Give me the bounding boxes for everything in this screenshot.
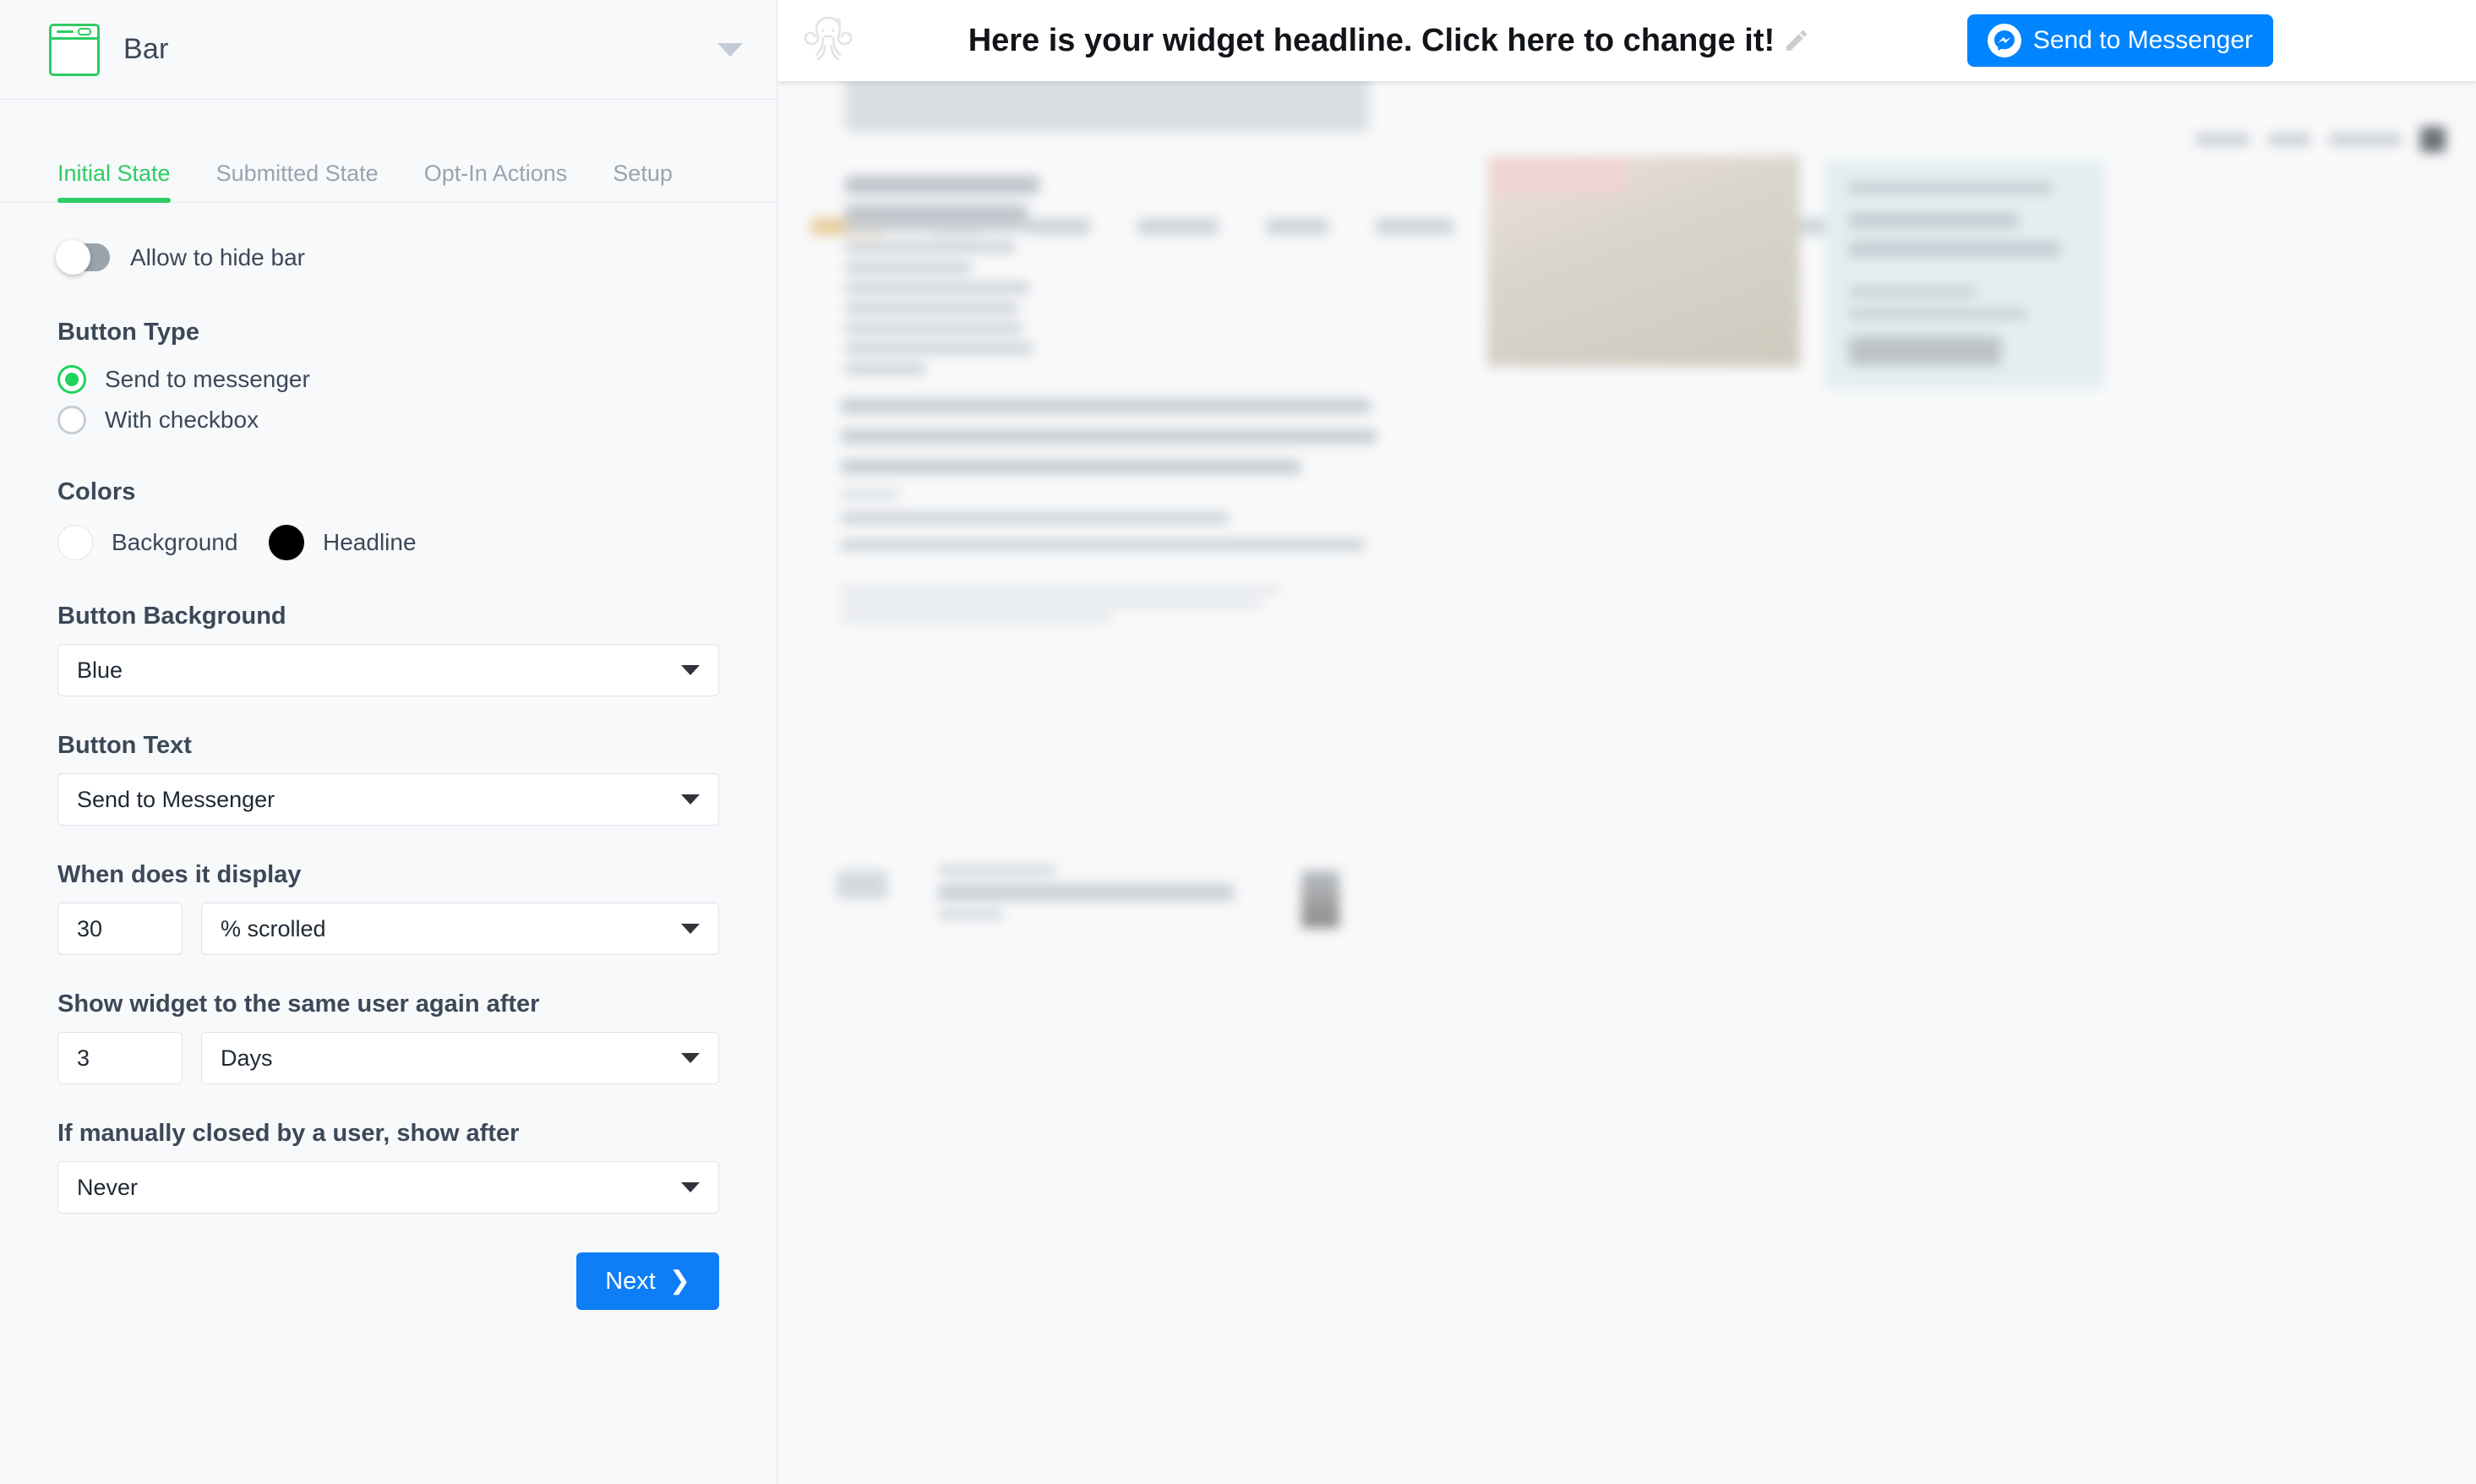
button-text-group: Button Text Send to Messenger: [57, 732, 719, 826]
messenger-bolt-icon: [1987, 24, 2021, 57]
hero-image-band: [1492, 159, 1627, 193]
widget-headline-text: Here is your widget headline. Click here…: [968, 22, 1775, 58]
closed-show-after-value: Never: [77, 1174, 139, 1200]
article-body-2: [841, 512, 1365, 566]
swatch-headline[interactable]: [269, 525, 304, 560]
button-background-value: Blue: [77, 657, 123, 683]
chevron-down-icon[interactable]: [717, 42, 743, 57]
button-text-value: Send to Messenger: [77, 786, 275, 812]
closed-show-after-group: If manually closed by a user, show after…: [57, 1120, 719, 1214]
article-body: [841, 399, 1382, 490]
widget-editor-panel: Bar Initial State Submitted State Opt-In…: [0, 0, 777, 1484]
widget-headline[interactable]: Here is your widget headline. Click here…: [777, 23, 1967, 59]
when-display-unit-value: % scrolled: [221, 915, 326, 941]
radio-icon-selected[interactable]: [57, 365, 86, 394]
show-again-group: Show widget to the same user again after…: [57, 990, 719, 1084]
button-background-select[interactable]: Blue: [57, 644, 719, 696]
pencil-icon[interactable]: [1783, 27, 1810, 54]
color-swatch-row: Background Headline: [57, 525, 719, 560]
widget-type-selector[interactable]: Bar: [0, 0, 777, 100]
tab-setup[interactable]: Setup: [613, 161, 673, 202]
allow-hide-bar-row: Allow to hide bar: [56, 240, 719, 275]
colors-title: Colors: [57, 478, 136, 505]
tab-opt-in-actions[interactable]: Opt-In Actions: [424, 161, 568, 202]
button-background-label: Button Background: [57, 603, 286, 630]
closed-show-after-label: If manually closed by a user, show after: [57, 1120, 520, 1147]
editor-form: Allow to hide bar Button Type Send to me…: [0, 203, 777, 1310]
send-to-messenger-label: Send to Messenger: [2032, 26, 2253, 54]
colors-group: Colors Background Headline: [57, 478, 719, 560]
article-caption: [841, 587, 1280, 630]
send-to-messenger-button[interactable]: Send to Messenger: [1966, 14, 2273, 67]
sidebar-promo-card: [1825, 161, 2104, 389]
button-type-group: Button Type Send to messenger With check…: [57, 319, 719, 434]
chevron-down-icon: [681, 924, 700, 934]
chevron-down-icon: [681, 665, 700, 675]
footer-article: [938, 866, 1234, 929]
radio-with-checkbox-label: With checkbox: [105, 406, 259, 433]
button-text-label: Button Text: [57, 732, 192, 759]
tab-submitted-state[interactable]: Submitted State: [216, 161, 379, 202]
button-background-group: Button Background Blue: [57, 603, 719, 696]
button-text-select[interactable]: Send to Messenger: [57, 773, 719, 826]
app-root: Bar Initial State Submitted State Opt-In…: [0, 0, 2476, 1484]
site-menu-icon: [2420, 127, 2446, 152]
color-picker-background[interactable]: Background: [57, 525, 269, 560]
show-again-unit-value: Days: [221, 1045, 273, 1071]
next-button-row: Next ❯: [57, 1252, 719, 1310]
allow-hide-bar-label: Allow to hide bar: [130, 243, 306, 270]
show-again-controls: 3 Days: [57, 1032, 719, 1084]
next-button-label: Next: [605, 1267, 656, 1295]
allow-hide-bar-toggle[interactable]: [56, 240, 110, 275]
widget-bar-preview: Here is your widget headline. Click here…: [777, 0, 2476, 81]
when-display-amount-value: 30: [77, 915, 103, 941]
show-again-label: Show widget to the same user again after: [57, 990, 540, 1018]
show-again-amount-value: 3: [77, 1045, 90, 1071]
when-display-amount-input[interactable]: 30: [57, 903, 183, 955]
radio-send-to-messenger-label: Send to messenger: [105, 366, 310, 392]
radio-with-checkbox[interactable]: With checkbox: [57, 406, 719, 434]
bar-widget-icon: [49, 23, 100, 76]
when-display-group: When does it display 30 % scrolled: [57, 861, 719, 955]
widget-preview-panel: Here is your widget headline. Click here…: [777, 0, 2476, 1484]
widget-type-label: Bar: [123, 33, 169, 65]
chevron-down-icon: [681, 794, 700, 805]
article-meta: [841, 490, 900, 499]
octopus-logo-icon: [804, 16, 853, 61]
color-picker-headline[interactable]: Headline: [269, 525, 417, 560]
footer-article-tag: [837, 870, 887, 899]
swatch-background[interactable]: [57, 525, 93, 560]
when-display-controls: 30 % scrolled: [57, 903, 719, 955]
show-again-unit-select[interactable]: Days: [201, 1032, 719, 1084]
when-display-label: When does it display: [57, 861, 302, 888]
when-display-unit-select[interactable]: % scrolled: [201, 903, 719, 955]
closed-show-after-select[interactable]: Never: [57, 1161, 719, 1214]
color-background-label: Background: [112, 529, 238, 555]
next-button[interactable]: Next ❯: [576, 1252, 719, 1310]
button-type-title: Button Type: [57, 319, 200, 346]
blurred-website-preview: [777, 0, 2476, 1484]
article-lede: [845, 221, 1038, 384]
site-utility-nav: [2195, 127, 2446, 152]
chevron-down-icon: [681, 1053, 700, 1063]
editor-tabs: Initial State Submitted State Opt-In Act…: [0, 100, 777, 203]
site-masthead: [845, 76, 1369, 132]
radio-icon-unselected[interactable]: [57, 406, 86, 434]
chevron-right-icon: ❯: [668, 1267, 690, 1295]
color-headline-label: Headline: [323, 529, 417, 555]
footer-article-thumbnail: [1301, 870, 1339, 928]
show-again-amount-input[interactable]: 3: [57, 1032, 183, 1084]
tab-initial-state[interactable]: Initial State: [57, 161, 171, 203]
chevron-down-icon: [681, 1182, 700, 1192]
radio-send-to-messenger[interactable]: Send to messenger: [57, 365, 719, 394]
